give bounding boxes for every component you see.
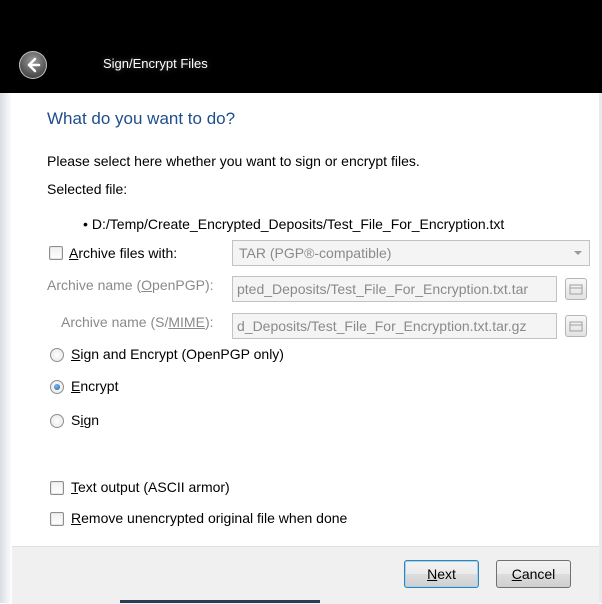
text-output-label[interactable]: Text output (ASCII armor) — [71, 479, 230, 495]
remove-original-accel: R — [71, 510, 82, 526]
smime-browse-button — [565, 315, 587, 337]
next-text: ext — [437, 566, 456, 582]
encrypt-label[interactable]: Encrypt — [71, 378, 118, 394]
openpgp-label-post: penPGP): — [152, 277, 214, 293]
archive-files-accel: A — [69, 245, 79, 261]
title-bar: Sign/Encrypt Files — [0, 0, 602, 93]
back-button[interactable] — [19, 51, 47, 79]
cancel-button[interactable]: Cancel — [496, 560, 571, 588]
archive-files-checkbox[interactable] — [49, 246, 63, 260]
page-heading: What do you want to do? — [47, 109, 236, 128]
remove-original-checkbox[interactable] — [50, 512, 64, 526]
remove-original-label[interactable]: Remove unencrypted original file when do… — [71, 510, 347, 526]
archive-name-smime-label: Archive name (S/MIME): — [61, 314, 214, 330]
sign-and-encrypt-label[interactable]: Sign and Encrypt (OpenPGP only) — [71, 346, 284, 362]
text-output-checkbox[interactable] — [50, 481, 64, 495]
encrypt-accel: E — [71, 378, 81, 394]
smime-label-accel: MIME — [168, 314, 205, 330]
folder-icon — [569, 321, 583, 332]
back-arrow-icon — [27, 57, 41, 73]
archive-files-label-text: rchive files with: — [78, 245, 178, 261]
sign-label[interactable]: Sign — [71, 412, 99, 428]
archive-name-smime-field: d_Deposits/Test_File_For_Encryption.txt.… — [232, 313, 557, 339]
bullet-glyph: • — [83, 216, 88, 232]
sign-radio[interactable] — [50, 414, 64, 428]
button-bar: Next Cancel — [12, 546, 599, 604]
selected-file-item: • D:/Temp/Create_Encrypted_Deposits/Test_… — [83, 216, 504, 232]
archive-format-value: TAR (PGP®-compatible) — [239, 245, 392, 261]
selected-file-label: Selected file: — [47, 181, 128, 197]
remove-original-text: emove unencrypted original file when don… — [81, 510, 348, 526]
next-button[interactable]: Next — [404, 560, 479, 588]
openpgp-label-pre: Archive name ( — [47, 277, 142, 293]
selected-file-path: D:/Temp/Create_Encrypted_Deposits/Test_F… — [91, 216, 505, 232]
sign-text: gn — [83, 412, 100, 428]
window-title: Sign/Encrypt Files — [103, 56, 208, 71]
sign-and-encrypt-text: ign and Encrypt (OpenPGP only) — [80, 346, 284, 362]
openpgp-browse-button — [565, 278, 587, 300]
folder-icon — [569, 284, 583, 295]
cancel-text: ancel — [521, 566, 556, 582]
archive-name-openpgp-label: Archive name (OpenPGP): — [47, 277, 214, 293]
text-output-accel: T — [71, 479, 78, 495]
text-output-text: ext output (ASCII armor) — [78, 479, 230, 495]
sign-and-encrypt-radio[interactable] — [50, 348, 64, 362]
sign-and-encrypt-accel: S — [71, 346, 81, 362]
archive-format-select: TAR (PGP®-compatible) — [232, 240, 590, 266]
cancel-accel: C — [511, 566, 522, 582]
smime-label-pre: Archive name (S/ — [61, 314, 169, 330]
window-left-edge — [0, 93, 12, 603]
next-accel: N — [427, 566, 438, 582]
archive-name-openpgp-field: pted_Deposits/Test_File_For_Encryption.t… — [232, 276, 557, 302]
archive-files-label[interactable]: Archive files with: — [69, 245, 177, 261]
encrypt-radio[interactable] — [50, 380, 64, 394]
instruction-text: Please select here whether you want to s… — [47, 153, 420, 169]
dropdown-arrow-icon — [574, 251, 582, 255]
sign-label-pre: S — [71, 412, 81, 428]
smime-label-post: ): — [204, 314, 214, 330]
encrypt-text: ncrypt — [80, 378, 119, 394]
openpgp-label-accel: O — [141, 277, 153, 293]
